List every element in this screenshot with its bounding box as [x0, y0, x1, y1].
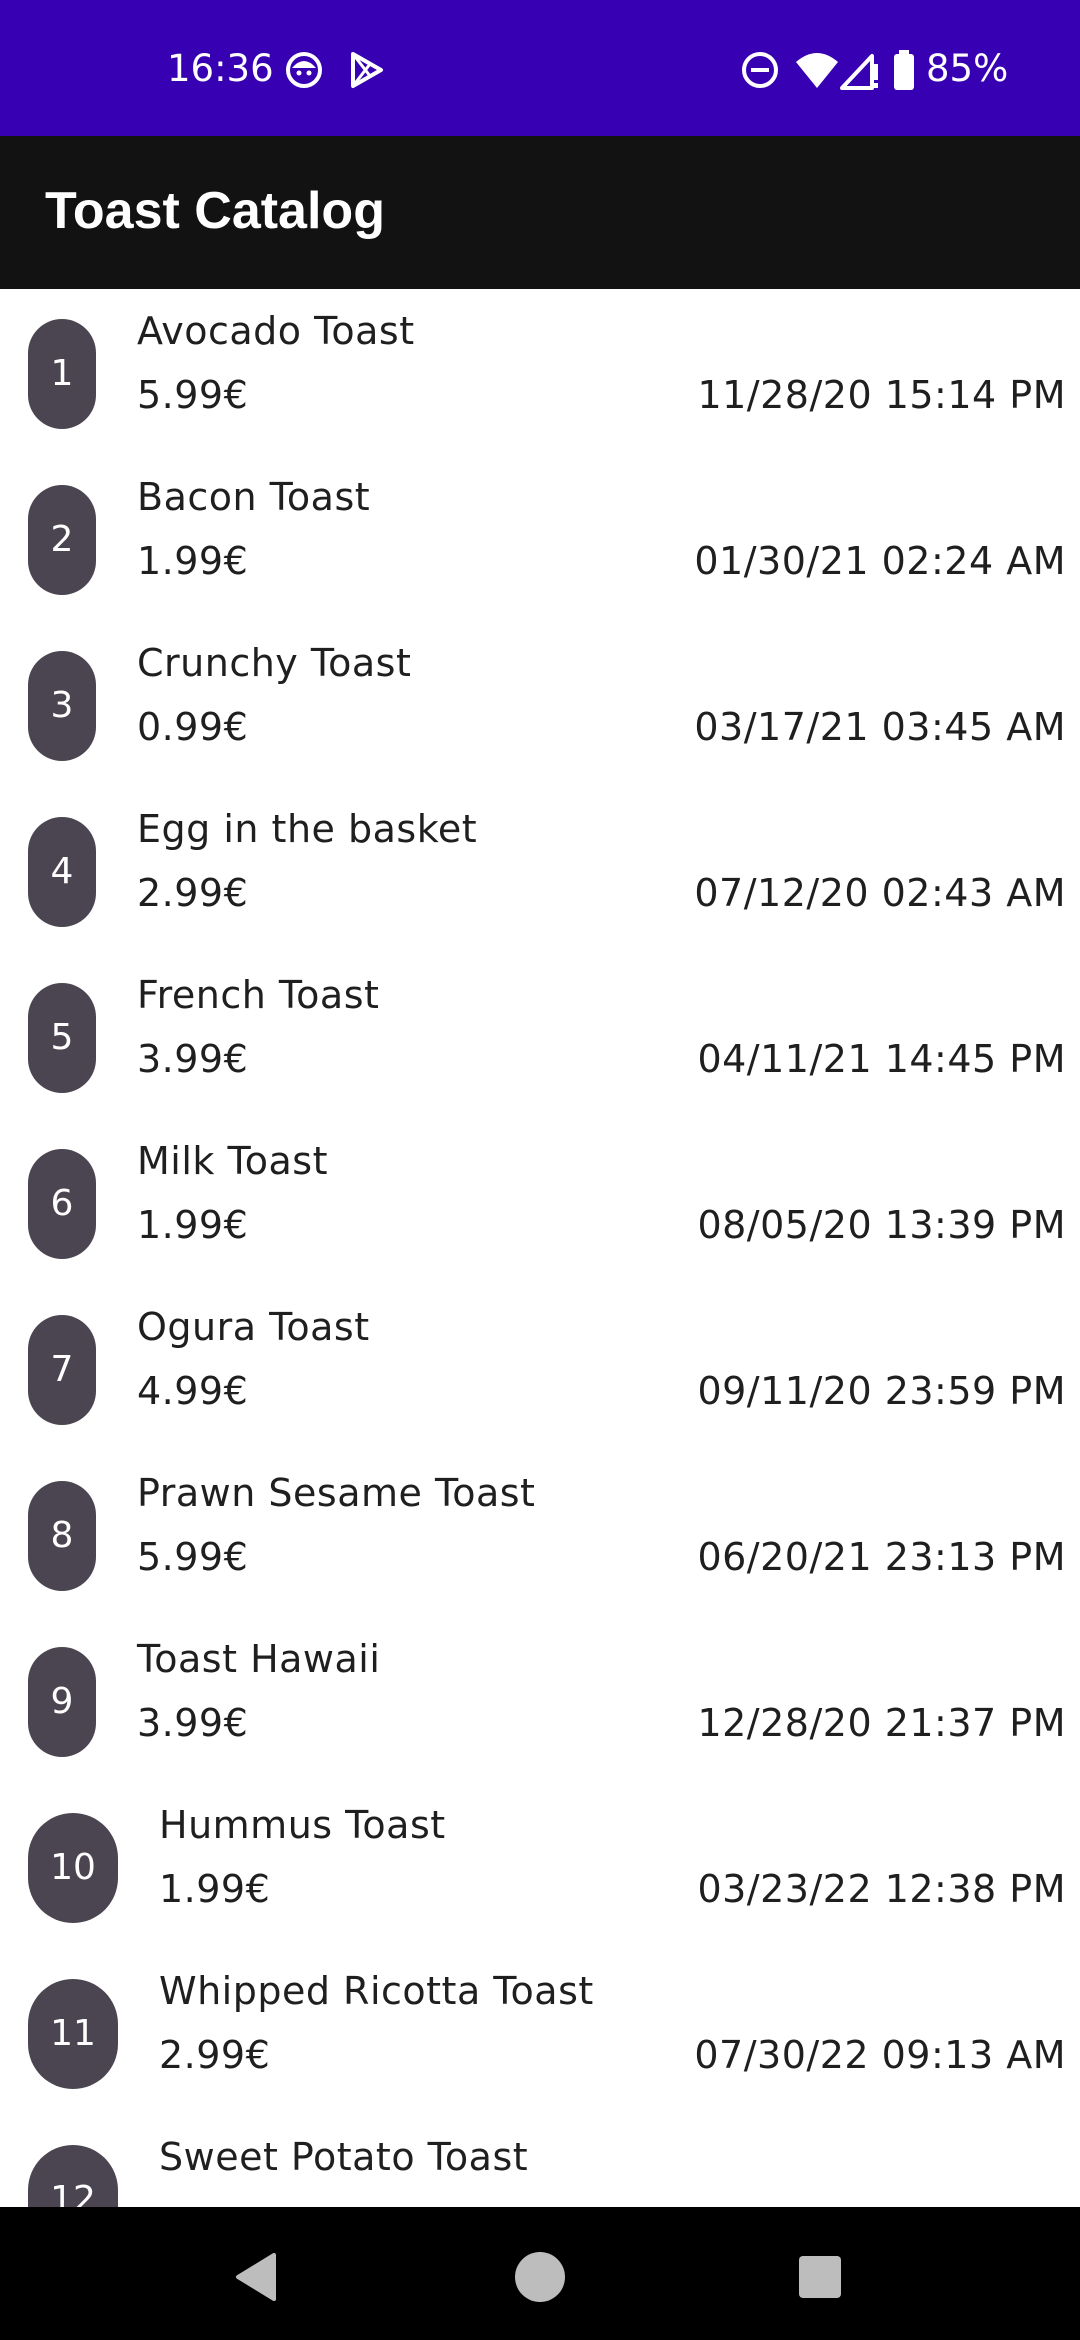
item-number-badge: 4: [28, 817, 96, 927]
item-name: Sweet Potato Toast: [159, 2135, 529, 2179]
item-name: Ogura Toast: [137, 1305, 370, 1349]
list-item[interactable]: 12 Sweet Potato Toast: [0, 2115, 1080, 2207]
item-name: Crunchy Toast: [137, 641, 412, 685]
item-price: 5.99€: [137, 1535, 249, 1579]
face-icon: [286, 52, 322, 88]
item-price: 2.99€: [137, 871, 249, 915]
status-time: 16:36: [167, 47, 274, 90]
item-name: Milk Toast: [137, 1139, 328, 1183]
battery-icon: [894, 50, 914, 90]
item-number-badge: 12: [28, 2145, 118, 2207]
item-number-badge: 1: [28, 319, 96, 429]
item-price: 5.99€: [137, 373, 249, 417]
item-number-badge: 6: [28, 1149, 96, 1259]
item-price: 1.99€: [137, 1203, 249, 1247]
item-number-badge: 8: [28, 1481, 96, 1591]
signal-icon: [840, 54, 878, 90]
battery-percentage: 85%: [926, 47, 1009, 90]
item-date: 03/17/21 03:45 AM: [694, 705, 1066, 749]
recents-icon[interactable]: [780, 2237, 860, 2317]
list-item[interactable]: 9 Toast Hawaii 3.99€ 12/28/20 21:37 PM: [0, 1617, 1080, 1783]
item-date: 08/05/20 13:39 PM: [697, 1203, 1066, 1247]
play-store-icon: [351, 52, 383, 88]
app-bar: Toast Catalog: [0, 136, 1080, 289]
item-name: Bacon Toast: [137, 475, 371, 519]
list-item[interactable]: 2 Bacon Toast 1.99€ 01/30/21 02:24 AM: [0, 455, 1080, 621]
list-item[interactable]: 11 Whipped Ricotta Toast 2.99€ 07/30/22 …: [0, 1949, 1080, 2115]
item-date: 09/11/20 23:59 PM: [697, 1369, 1066, 1413]
item-name: Whipped Ricotta Toast: [159, 1969, 594, 2013]
navigation-bar: [0, 2207, 1080, 2340]
item-date: 12/28/20 21:37 PM: [697, 1701, 1066, 1745]
item-date: 04/11/21 14:45 PM: [697, 1037, 1066, 1081]
list-item[interactable]: 8 Prawn Sesame Toast 5.99€ 06/20/21 23:1…: [0, 1451, 1080, 1617]
item-name: Avocado Toast: [137, 309, 415, 353]
item-price: 1.99€: [137, 539, 249, 583]
item-number-badge: 11: [28, 1979, 118, 2089]
back-icon[interactable]: [218, 2237, 298, 2317]
item-date: 07/12/20 02:43 AM: [694, 871, 1066, 915]
item-number-badge: 3: [28, 651, 96, 761]
list-item[interactable]: 1 Avocado Toast 5.99€ 11/28/20 15:14 PM: [0, 289, 1080, 455]
item-name: French Toast: [137, 973, 380, 1017]
item-price: 3.99€: [137, 1701, 249, 1745]
list-item[interactable]: 7 Ogura Toast 4.99€ 09/11/20 23:59 PM: [0, 1285, 1080, 1451]
item-name: Toast Hawaii: [137, 1637, 381, 1681]
item-date: 01/30/21 02:24 AM: [694, 539, 1066, 583]
list-item[interactable]: 5 French Toast 3.99€ 04/11/21 14:45 PM: [0, 953, 1080, 1119]
item-number-badge: 9: [28, 1647, 96, 1757]
page-title: Toast Catalog: [45, 182, 385, 240]
do-not-disturb-icon: [742, 52, 778, 88]
item-number-badge: 10: [28, 1813, 118, 1923]
item-number-badge: 7: [28, 1315, 96, 1425]
item-price: 0.99€: [137, 705, 249, 749]
item-number-badge: 2: [28, 485, 96, 595]
item-number-badge: 5: [28, 983, 96, 1093]
item-price: 1.99€: [159, 1867, 271, 1911]
list-item[interactable]: 4 Egg in the basket 2.99€ 07/12/20 02:43…: [0, 787, 1080, 953]
item-name: Egg in the basket: [137, 807, 478, 851]
item-price: 2.99€: [159, 2033, 271, 2077]
item-price: 3.99€: [137, 1037, 249, 1081]
list-item[interactable]: 10 Hummus Toast 1.99€ 03/23/22 12:38 PM: [0, 1783, 1080, 1949]
item-date: 07/30/22 09:13 AM: [694, 2033, 1066, 2077]
wifi-icon: [796, 53, 838, 88]
item-date: 03/23/22 12:38 PM: [697, 1867, 1066, 1911]
item-name: Hummus Toast: [159, 1803, 446, 1847]
list-item[interactable]: 6 Milk Toast 1.99€ 08/05/20 13:39 PM: [0, 1119, 1080, 1285]
status-bar: 16:36 85%: [0, 0, 1080, 136]
item-date: 06/20/21 23:13 PM: [697, 1535, 1066, 1579]
item-date: 11/28/20 15:14 PM: [697, 373, 1066, 417]
home-icon[interactable]: [500, 2237, 580, 2317]
list-item[interactable]: 3 Crunchy Toast 0.99€ 03/17/21 03:45 AM: [0, 621, 1080, 787]
item-price: 4.99€: [137, 1369, 249, 1413]
item-name: Prawn Sesame Toast: [137, 1471, 536, 1515]
toast-list[interactable]: 1 Avocado Toast 5.99€ 11/28/20 15:14 PM …: [0, 289, 1080, 2207]
